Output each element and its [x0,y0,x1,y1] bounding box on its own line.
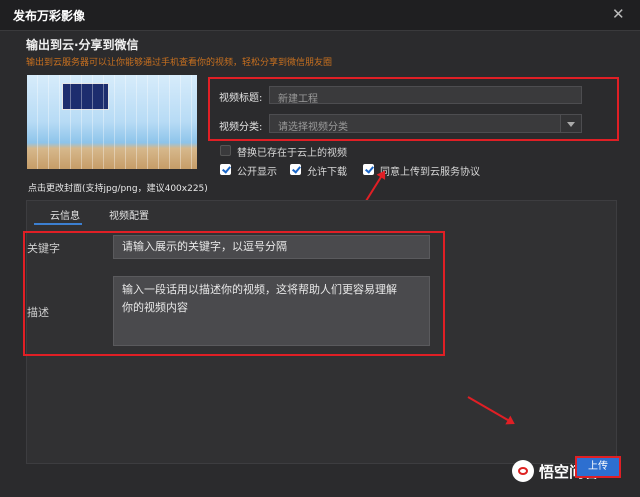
cover-image[interactable] [27,75,197,169]
replace-checkbox[interactable] [220,145,231,156]
tab-video-config[interactable]: 视频配置 [109,207,149,222]
category-select-value: 请选择视频分类 [278,122,348,133]
upload-notice: 输出到云服务器可以让你能够通过手机查看你的视频，轻松分享到微信朋友圈 [26,58,333,68]
tab-cloud-info[interactable]: 云信息 [50,207,80,222]
keywords-input[interactable]: 请输入展示的关键字，以逗号分隔 [113,235,430,259]
annotation-arrow-up [365,171,385,202]
section-title: 输出到云·分享到微信 [26,38,139,52]
download-label: 允许下载 [307,167,347,178]
category-select[interactable]: 请选择视频分类 [269,114,582,133]
public-checkbox[interactable] [220,164,231,175]
category-label: 视频分类: [219,122,263,133]
public-label: 公开显示 [237,167,277,178]
agree-label[interactable]: 同意上传到云服务协议 [380,163,480,178]
agree-checkbox[interactable] [363,164,374,175]
active-tab-indicator [34,223,82,225]
keywords-label: 关键字 [27,242,60,255]
title-input[interactable]: 新建工程 [269,86,582,105]
upload-button[interactable]: 上传 [575,456,621,478]
cover-rain-graphic [27,75,197,169]
description-label: 描述 [27,306,49,319]
replace-label: 替换已存在于云上的视频 [237,148,347,159]
cover-tip: 点击更改封面(支持jpg/png，建议400x225) [28,184,208,194]
title-label: 视频标题: [219,93,263,104]
description-line-1: 输入一段话用以描述你的视频，这将帮助人们更容易理解 [122,283,397,296]
title-bar: 发布万彩影像 ✕ [0,0,640,31]
download-checkbox[interactable] [290,164,301,175]
window-title: 发布万彩影像 [13,9,86,23]
close-icon[interactable]: ✕ [612,5,625,23]
description-textarea[interactable]: 输入一段话用以描述你的视频，这将帮助人们更容易理解 你的视频内容 [113,276,430,346]
chat-bubble-icon [512,460,534,482]
chevron-down-icon[interactable] [560,115,581,132]
description-line-2: 你的视频内容 [122,301,188,314]
